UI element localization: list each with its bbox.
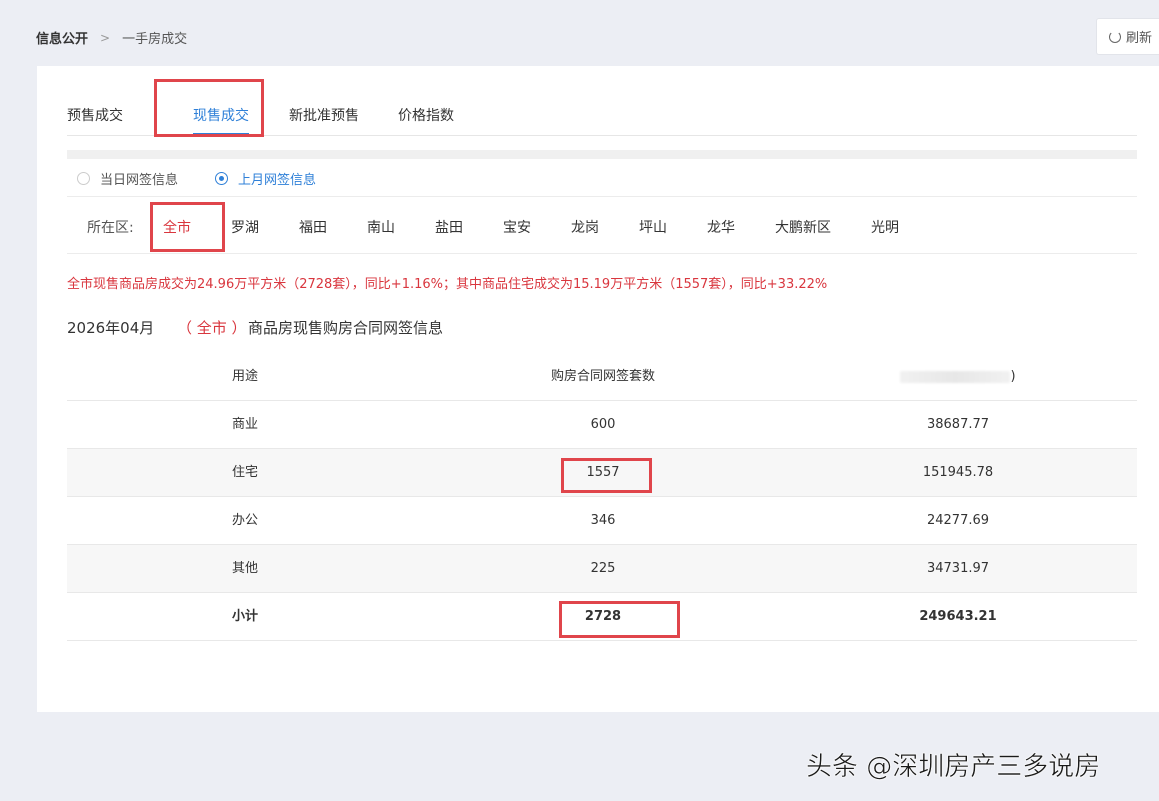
district-luohu[interactable]: 罗湖	[231, 217, 259, 237]
district-nanshan[interactable]: 南山	[367, 217, 395, 237]
breadcrumb-root[interactable]: 信息公开	[36, 28, 88, 47]
divider	[67, 253, 1137, 254]
title-description: 商品房现售购房合同网签信息	[248, 319, 444, 337]
tab-new-presale-approvals[interactable]: 新批准预售	[289, 106, 359, 126]
cell-area: 24277.69	[926, 513, 990, 528]
district-dapeng[interactable]: 大鹏新区	[775, 217, 831, 237]
radio-today-label: 当日网签信息	[100, 173, 179, 188]
breadcrumb: 信息公开 > 一手房成交	[36, 28, 188, 48]
table-row: 商业 600 38687.77	[67, 401, 1137, 449]
summary-text: 全市现售商品房成交为24.96万平方米（2728套），同比+1.16%；其中商品…	[67, 277, 828, 292]
cell-usage: 办公	[232, 513, 259, 528]
cell-area: 151945.78	[922, 465, 994, 480]
district-futian[interactable]: 福田	[299, 217, 327, 237]
header-area-paren: )	[1010, 369, 1016, 384]
table-row: 其他 225 34731.97	[67, 545, 1137, 593]
header-usage: 用途	[232, 369, 259, 384]
table-header-row: 用途 购房合同网签套数 )	[67, 353, 1137, 401]
divider-strip	[67, 150, 1137, 159]
header-contract-count: 购房合同网签套数	[550, 369, 655, 384]
header-area: )	[858, 353, 1058, 401]
tab-presale-deals[interactable]: 预售成交	[67, 106, 123, 126]
cell-usage: 住宅	[232, 465, 259, 480]
annotation-box-residential	[561, 458, 652, 493]
radio-today[interactable]: 当日网签信息	[77, 169, 178, 188]
watermark-text: 头条 @深圳房产三多说房	[806, 752, 1101, 783]
cell-count: 346	[590, 513, 616, 528]
cell-count: 600	[590, 417, 616, 432]
breadcrumb-current: 一手房成交	[122, 32, 188, 47]
refresh-button[interactable]: 刷新	[1096, 18, 1159, 55]
district-label: 所在区:	[87, 220, 134, 236]
cell-area: 34731.97	[926, 561, 990, 576]
district-pingshan[interactable]: 坪山	[639, 217, 667, 237]
district-baoan[interactable]: 宝安	[503, 217, 531, 237]
divider	[67, 196, 1137, 197]
blurred-text	[900, 370, 1011, 383]
district-longhua[interactable]: 龙华	[707, 217, 735, 237]
cell-area: 38687.77	[926, 417, 990, 432]
district-yantian[interactable]: 盐田	[435, 217, 463, 237]
district-guangming[interactable]: 光明	[871, 217, 899, 237]
annotation-box-district	[150, 202, 225, 252]
refresh-icon	[1109, 30, 1121, 43]
breadcrumb-separator-icon: >	[100, 30, 111, 45]
cell-usage: 其他	[232, 561, 259, 576]
radio-last-month-label: 上月网签信息	[238, 173, 317, 188]
radio-last-month[interactable]: 上月网签信息	[215, 169, 316, 188]
refresh-label: 刷新	[1126, 31, 1153, 46]
cell-usage: 小计	[232, 609, 259, 624]
annotation-box-total	[559, 601, 680, 638]
cell-area: 249643.21	[919, 609, 997, 624]
cell-usage: 商业	[232, 417, 259, 432]
table-row: 办公 346 24277.69	[67, 497, 1137, 545]
cell-count: 225	[590, 561, 616, 576]
radio-unchecked-icon	[77, 172, 90, 185]
radio-checked-icon	[215, 172, 228, 185]
title-city: （ 全市 ）	[177, 319, 247, 337]
tab-price-index[interactable]: 价格指数	[398, 106, 454, 126]
annotation-box-tab	[154, 79, 264, 137]
title-date: 2026年04月	[67, 319, 155, 337]
district-longgang[interactable]: 龙岗	[571, 217, 599, 237]
